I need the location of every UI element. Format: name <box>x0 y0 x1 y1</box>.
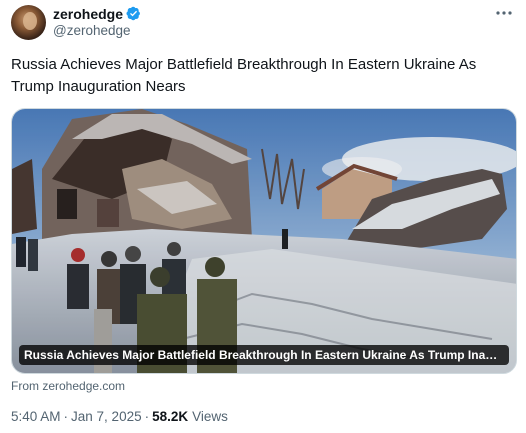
views-label: Views <box>192 409 228 424</box>
more-options-icon[interactable] <box>494 7 514 19</box>
tweet-text: Russia Achieves Major Battlefield Breakt… <box>11 56 477 95</box>
views-count: 58.2K <box>152 409 189 424</box>
handle[interactable]: @zerohedge <box>53 23 141 38</box>
card-image <box>12 109 516 373</box>
tweet-date[interactable]: Jan 7, 2025 <box>71 409 142 424</box>
tweet-header: zerohedge @zerohedge <box>11 5 516 41</box>
avatar-face <box>23 12 37 30</box>
tweet-meta: 5:40 AM · Jan 7, 2025 · 58.2K Views <box>11 409 228 424</box>
display-name-row: zerohedge <box>53 5 141 22</box>
meta-separator-2: · <box>144 409 150 424</box>
author-names: zerohedge @zerohedge <box>53 5 141 38</box>
meta-separator: · <box>63 409 69 424</box>
tweet-time[interactable]: 5:40 AM <box>11 409 61 424</box>
avatar[interactable] <box>11 5 46 40</box>
card-caption[interactable]: Russia Achieves Major Battlefield Breakt… <box>19 345 509 365</box>
link-card[interactable]: Russia Achieves Major Battlefield Breakt… <box>11 108 517 374</box>
display-name[interactable]: zerohedge <box>53 6 123 22</box>
verified-badge-icon <box>126 6 140 21</box>
card-source[interactable]: From zerohedge.com <box>11 379 125 393</box>
